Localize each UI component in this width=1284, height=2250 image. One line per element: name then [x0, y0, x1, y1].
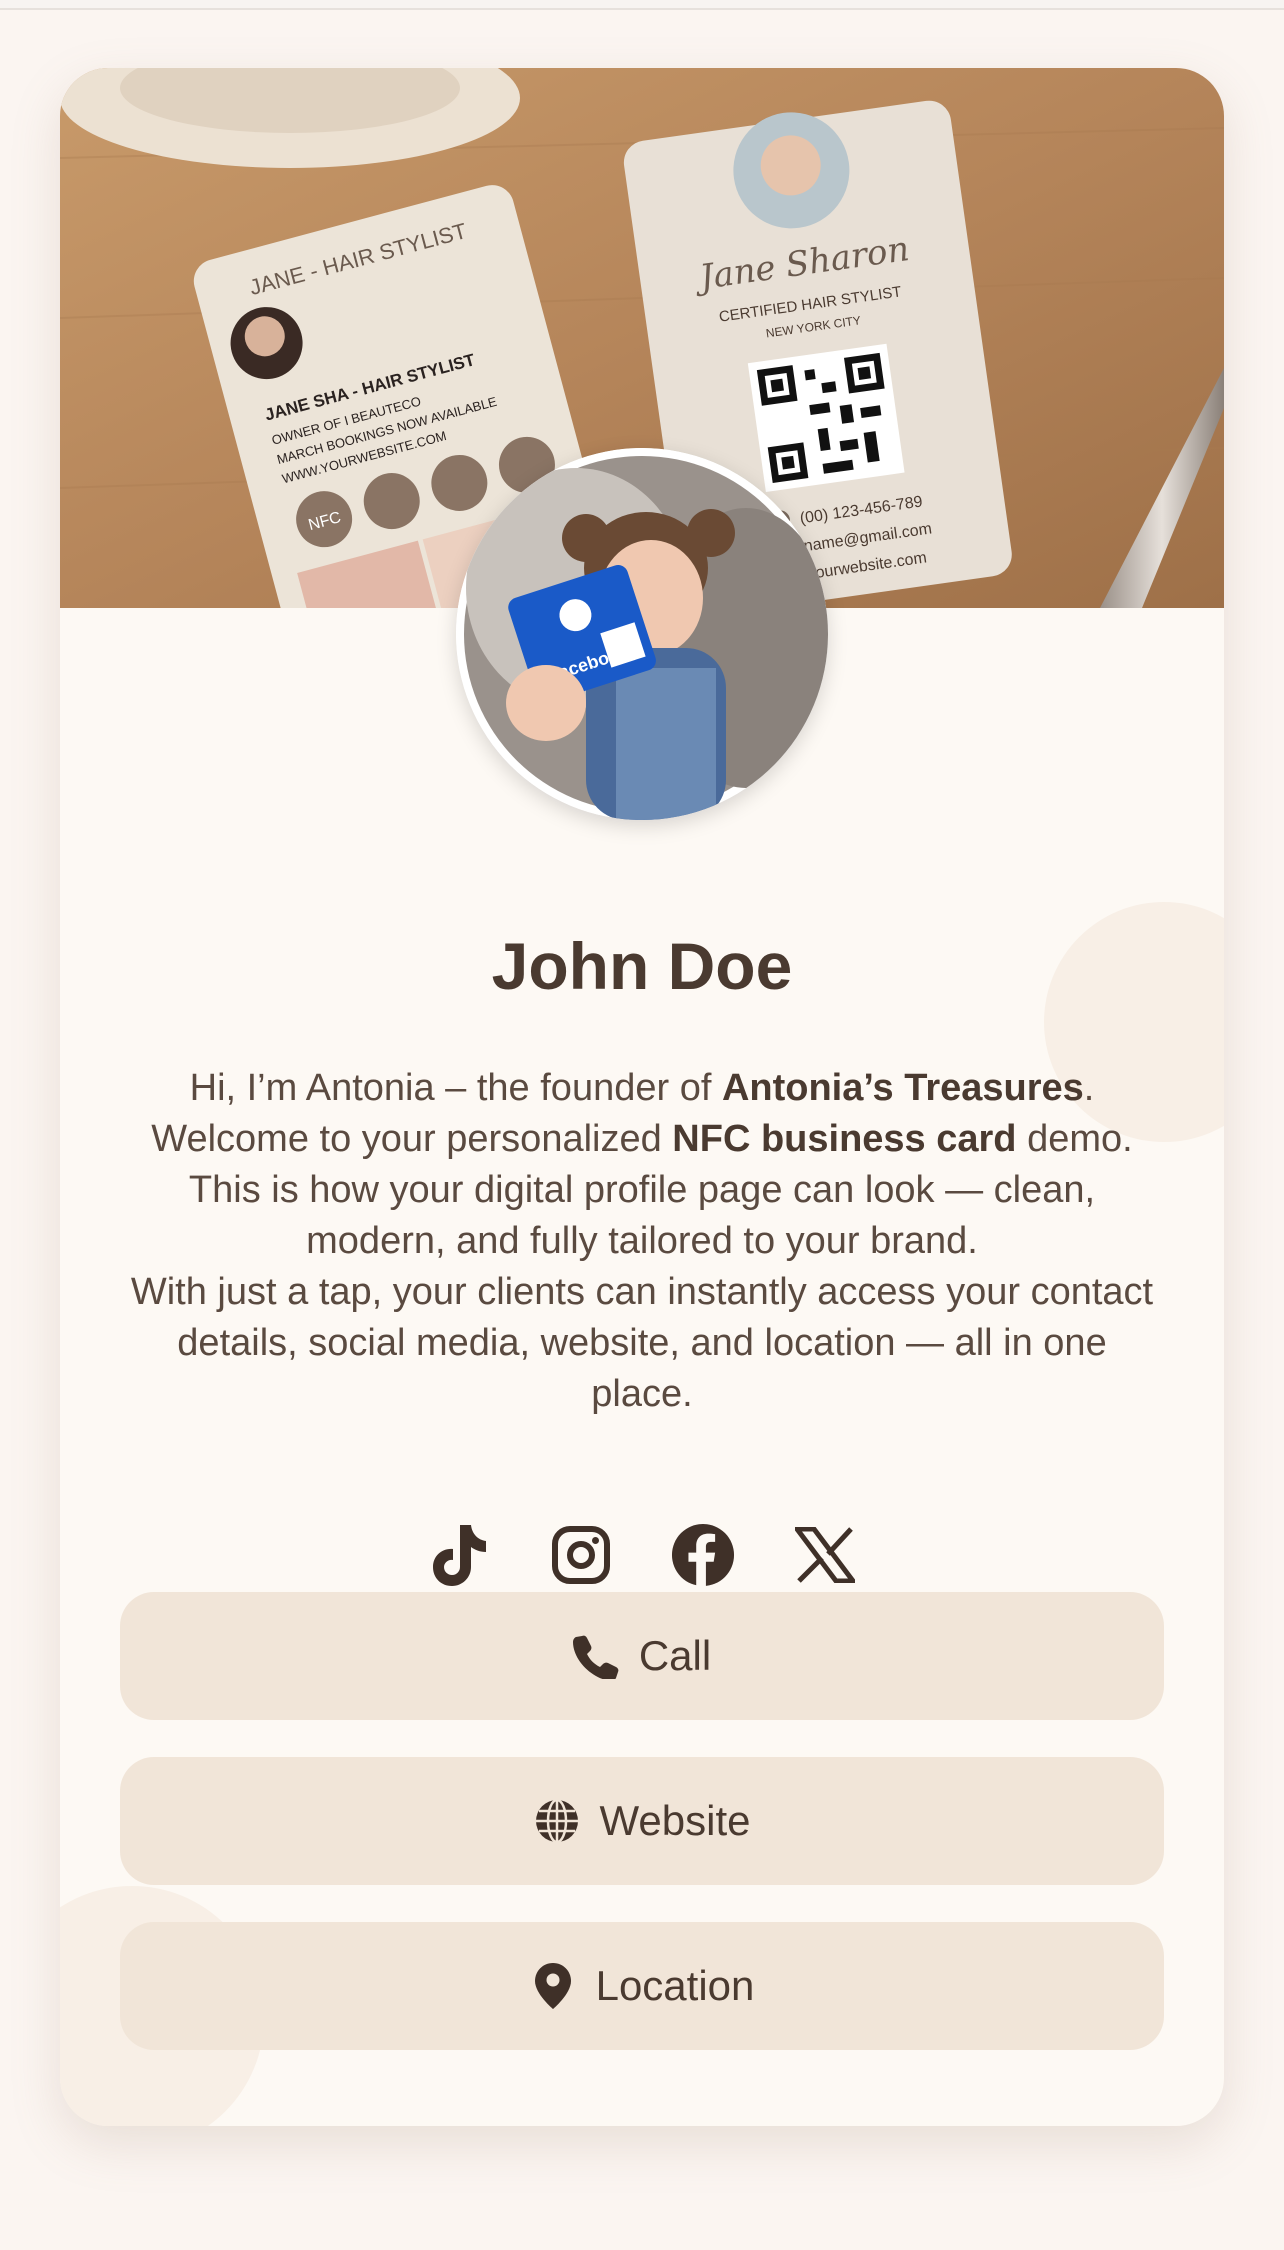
bio-paragraph: With just a tap, your clients can instan…	[130, 1271, 1154, 1415]
instagram-icon[interactable]	[549, 1523, 613, 1587]
bio-text: demo.	[1016, 1118, 1133, 1160]
tiktok-icon[interactable]	[427, 1523, 491, 1587]
location-label: Location	[595, 1962, 755, 2009]
website-button[interactable]: Website	[120, 1757, 1164, 1885]
bio-text: Hi, I’m Antonia – the founder of	[189, 1067, 722, 1109]
social-links	[60, 1523, 1224, 1587]
bio-highlight: NFC business card	[672, 1118, 1017, 1160]
call-button[interactable]: Call	[120, 1592, 1164, 1720]
bio-paragraph: Welcome to your personalized NFC busines…	[130, 1114, 1154, 1165]
bio-paragraph: This is how your digital profile page ca…	[188, 1169, 1096, 1262]
profile-card: JANE - HAIR STYLIST JANE SHA - HAIR STYL…	[60, 68, 1224, 2126]
browser-top-edge	[0, 0, 1284, 10]
profile-bio: Hi, I’m Antonia – the founder of Antonia…	[130, 1063, 1154, 1420]
facebook-icon[interactable]	[671, 1523, 735, 1587]
profile-name: John Doe	[491, 929, 793, 1003]
bio-brand: Antonia’s Treasures	[721, 1067, 1084, 1109]
bio-text: Welcome to your personalized	[151, 1118, 673, 1160]
avatar: facebook	[456, 448, 828, 820]
globe-icon	[534, 1798, 580, 1844]
bio-text: .	[1083, 1067, 1095, 1109]
map-pin-icon	[530, 1963, 576, 2009]
phone-icon	[572, 1633, 619, 1679]
call-label: Call	[638, 1632, 712, 1679]
location-button[interactable]: Location	[120, 1922, 1164, 2050]
bio-paragraph: Hi, I’m Antonia – the founder of Antonia…	[130, 1063, 1154, 1114]
website-label: Website	[599, 1797, 751, 1844]
x-icon[interactable]	[793, 1523, 857, 1587]
